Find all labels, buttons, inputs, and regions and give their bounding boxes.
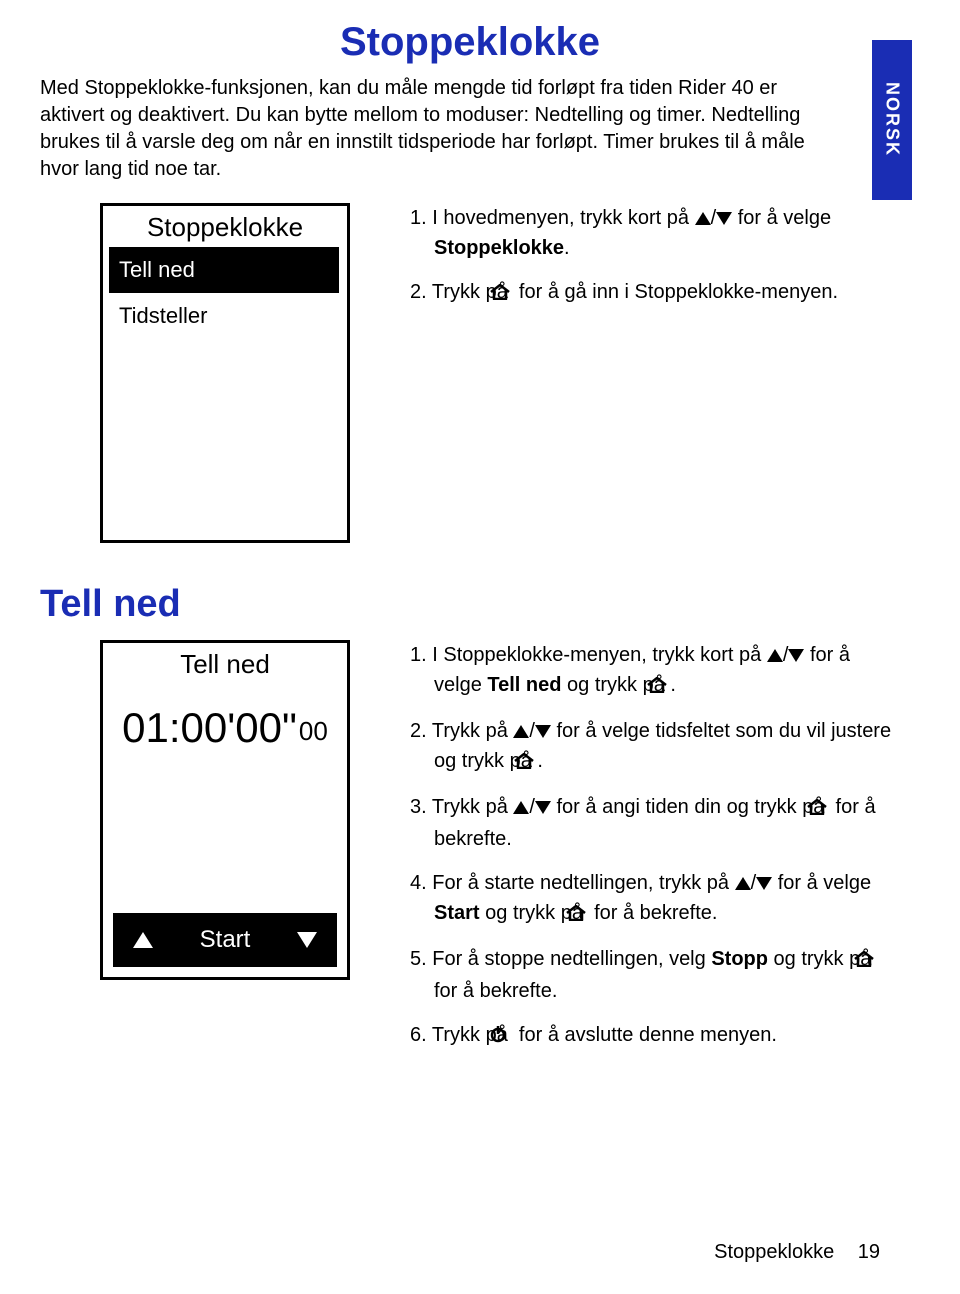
intro-paragraph: Med Stoppeklokke-funksjonen, kan du måle… (40, 75, 810, 183)
language-tab: NORSK (872, 40, 912, 200)
step-top-2: 2. Trykk på for å gå inn i Stoppeklokke-… (410, 277, 900, 309)
screen-menu-header: Stoppeklokke (103, 206, 347, 247)
steps-bottom: 1. I Stoppeklokke-menyen, trykk kort på … (410, 640, 900, 1066)
footer-page-number: 19 (858, 1241, 880, 1263)
device-screen-timer: Tell ned 01:00'00"00 Start (100, 640, 350, 980)
step-bottom-3: 3. Trykk på / for å angi tiden din og tr… (410, 792, 900, 854)
time-small: 00 (297, 704, 328, 747)
down-icon (535, 801, 551, 814)
time-big: 01:00'00" (122, 704, 297, 752)
down-icon (716, 212, 732, 225)
step-top-1: 1. I hovedmenyen, trykk kort på / for å … (410, 203, 900, 263)
start-bar[interactable]: Start (113, 913, 337, 967)
menu-item-tidsteller[interactable]: Tidsteller (109, 293, 341, 339)
top-row: Stoppeklokke Tell ned Tidsteller 1. I ho… (40, 203, 900, 543)
down-icon (535, 725, 551, 738)
up-icon (695, 212, 711, 225)
down-icon (756, 877, 772, 890)
step-bottom-6: 6. Trykk på for å avslutte denne menyen. (410, 1020, 900, 1052)
device-screen-menu: Stoppeklokke Tell ned Tidsteller (100, 203, 350, 543)
screen-timer-header: Tell ned (103, 643, 347, 684)
step-bottom-4: 4. For å starte nedtellingen, trykk på /… (410, 868, 900, 930)
up-icon (513, 725, 529, 738)
steps-top: 1. I hovedmenyen, trykk kort på / for å … (410, 203, 900, 323)
footer-section: Stoppeklokke (714, 1241, 834, 1263)
down-icon-white[interactable] (297, 932, 317, 948)
down-icon (788, 649, 804, 662)
start-label: Start (200, 926, 251, 954)
page-title: Stoppeklokke (40, 20, 900, 65)
time-display: 01:00'00"00 (103, 684, 347, 903)
up-icon (767, 649, 783, 662)
up-icon (735, 877, 751, 890)
bottom-row: Tell ned 01:00'00"00 Start 1. I Stoppekl… (40, 640, 900, 1066)
language-tab-label: NORSK (882, 82, 903, 157)
up-icon-white[interactable] (133, 932, 153, 948)
up-icon (513, 801, 529, 814)
footer: Stoppeklokke 19 (714, 1241, 880, 1264)
step-bottom-2: 2. Trykk på / for å velge tidsfeltet som… (410, 716, 900, 778)
step-bottom-1: 1. I Stoppeklokke-menyen, trykk kort på … (410, 640, 900, 702)
menu-item-tell-ned[interactable]: Tell ned (109, 247, 345, 293)
step-bottom-5: 5. For å stoppe nedtellingen, velg Stopp… (410, 944, 900, 1006)
section-tell-ned-title: Tell ned (40, 583, 900, 626)
